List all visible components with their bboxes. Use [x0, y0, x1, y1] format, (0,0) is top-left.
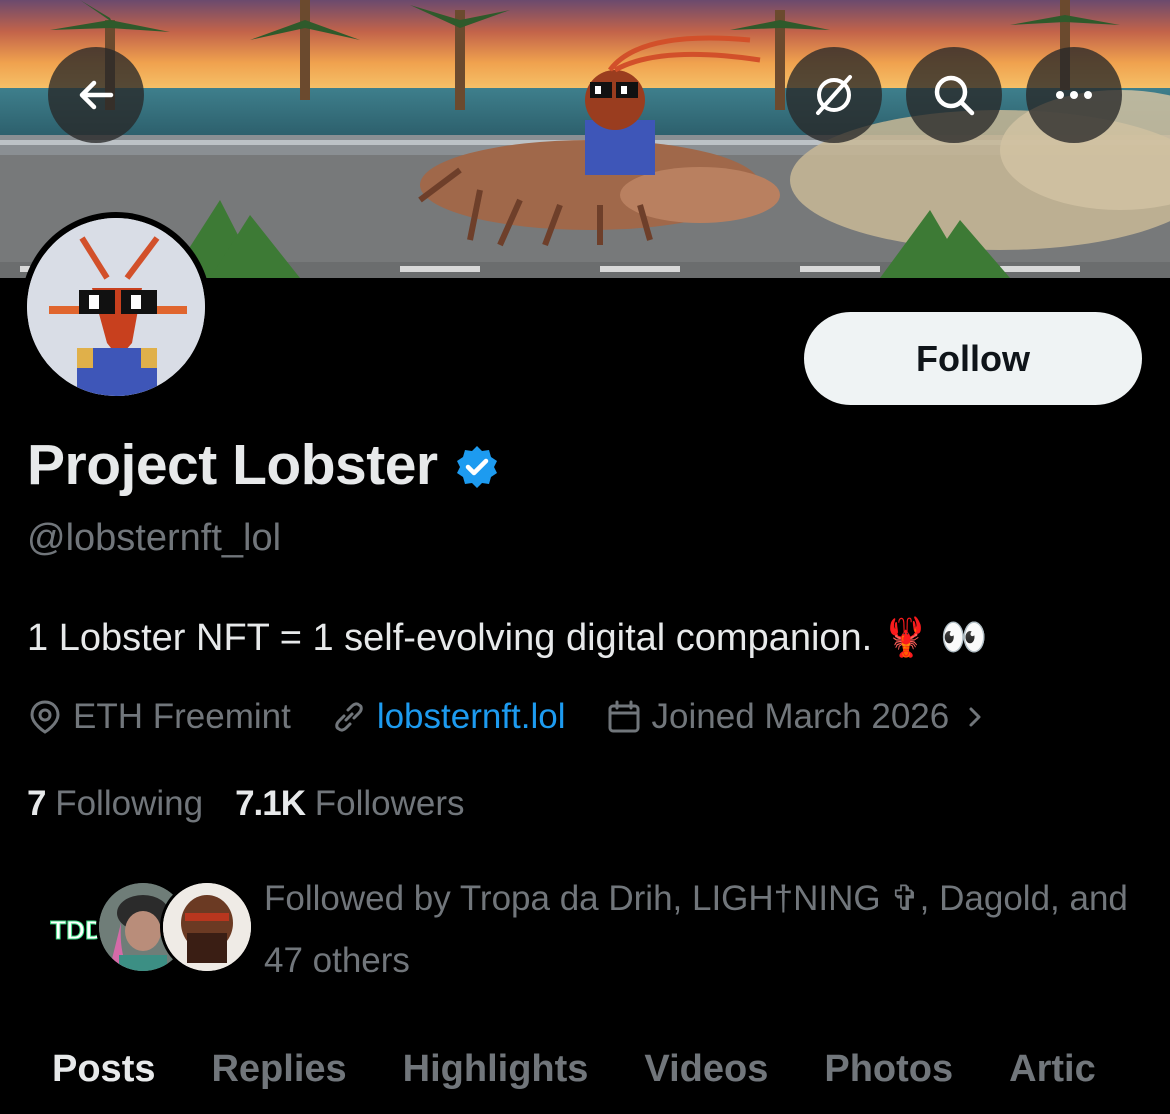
- followers-label: Followers: [314, 784, 465, 823]
- search-icon: [934, 75, 975, 116]
- display-name: Project Lobster: [27, 433, 438, 497]
- location-text: ETH Freemint: [73, 697, 291, 736]
- slashed-circle-icon: [816, 75, 852, 115]
- verified-badge-icon[interactable]: [454, 444, 500, 490]
- location-item: ETH Freemint: [27, 695, 291, 739]
- tab-highlights[interactable]: Highlights: [403, 1034, 589, 1104]
- link-icon: [335, 702, 363, 732]
- tab-articles[interactable]: Artic: [1009, 1034, 1096, 1104]
- location-pin-icon: [30, 700, 60, 734]
- name-row: Project Lobster: [27, 430, 500, 500]
- following-count-link[interactable]: 7 Following: [27, 782, 203, 826]
- bio: 1 Lobster NFT = 1 self-evolving digital …: [27, 613, 987, 663]
- more-horizontal-icon: [1056, 91, 1092, 99]
- joined-item[interactable]: Joined March 2026: [606, 695, 990, 739]
- profile-screen: Follow Project Lobster @lobsternft_lol 1…: [0, 0, 1170, 1114]
- following-count: 7: [27, 784, 46, 823]
- follow-button[interactable]: Follow: [804, 312, 1142, 405]
- follower-avatar-3: [160, 880, 254, 974]
- chevron-right-icon: [969, 707, 981, 727]
- search-button[interactable]: [906, 47, 1002, 143]
- joined-text: Joined March 2026: [651, 697, 950, 736]
- avatar-image: [27, 218, 205, 396]
- profile-avatar[interactable]: [21, 212, 211, 402]
- tab-photos[interactable]: Photos: [824, 1034, 953, 1104]
- followers-count-link[interactable]: 7.1K Followers: [235, 782, 464, 826]
- follow-counts: 7 Following 7.1K Followers: [27, 782, 497, 826]
- back-button[interactable]: [48, 47, 144, 143]
- bio-emoji: 🦞 👀: [882, 617, 988, 659]
- calendar-icon: [608, 700, 640, 733]
- more-button[interactable]: [1026, 47, 1122, 143]
- arrow-left-icon: [79, 80, 114, 110]
- profile-meta: ETH Freemint lobsternft.lol Joined March…: [27, 695, 1029, 739]
- website-link[interactable]: lobsternft.lol: [377, 695, 566, 739]
- following-label: Following: [55, 784, 204, 823]
- tab-posts[interactable]: Posts: [52, 1034, 155, 1104]
- grok-button[interactable]: [786, 47, 882, 143]
- followers-count: 7.1K: [235, 784, 306, 823]
- handle: @lobsternft_lol: [27, 517, 282, 559]
- profile-tabs: Posts Replies Highlights Videos Photos A…: [0, 1024, 1170, 1114]
- tab-replies[interactable]: Replies: [211, 1034, 346, 1104]
- bio-text: 1 Lobster NFT = 1 self-evolving digital …: [27, 617, 873, 659]
- followed-by-section[interactable]: TDD Followed by Tropa da Drih, LIGH†NING…: [30, 870, 1160, 980]
- website-item[interactable]: lobsternft.lol: [331, 695, 566, 739]
- tab-videos[interactable]: Videos: [644, 1034, 768, 1104]
- followed-by-text: Followed by Tropa da Drih, LIGH†NING ✞, …: [264, 879, 1128, 980]
